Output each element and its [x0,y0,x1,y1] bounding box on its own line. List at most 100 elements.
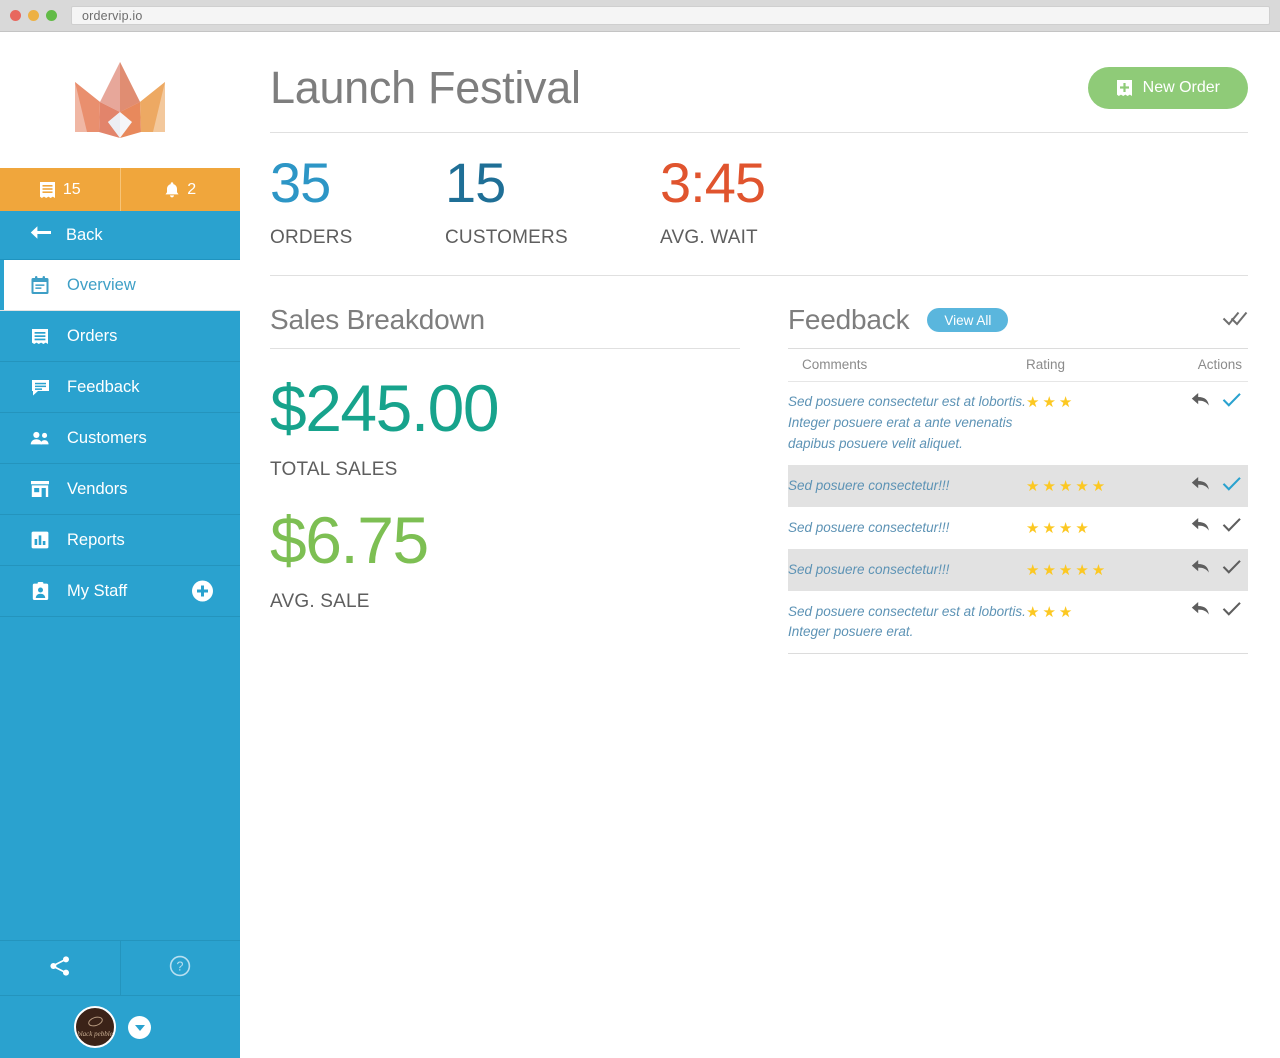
table-row[interactable]: Sed posuere consectetur!!! ★★★★ [788,507,1248,549]
feedback-comment: Sed posuere consectetur!!! [788,477,950,493]
stat-value: 3:45 [660,151,766,214]
id-badge-icon [30,581,50,601]
sidebar-item-orders[interactable]: Orders [0,311,240,362]
feedback-rating: ★★★ [1026,382,1156,466]
total-sales-value: $245.00 [270,371,500,445]
star-rating: ★★★ [1026,394,1076,411]
stat-label: ORDERS [270,227,353,248]
check-icon[interactable] [1222,601,1242,617]
sidebar-item-overview[interactable]: Overview [0,260,240,311]
add-staff-button[interactable] [192,580,213,602]
bell-icon [164,181,180,199]
column-header-rating: Rating [1026,348,1156,382]
table-row[interactable]: Sed posuere consectetur est at lobortis.… [788,591,1248,655]
sidebar-item-label: Reports [67,530,125,549]
star-rating: ★★★★ [1026,519,1092,537]
new-order-button[interactable]: New Order [1087,67,1248,109]
calendar-icon [30,275,50,295]
sidebar-item-label: Feedback [67,377,140,396]
mark-all-read-button[interactable] [1222,309,1248,332]
main-content: Launch Festival New Order 35 ORDERS 15 C… [240,32,1280,1058]
orders-counter-value: 15 [62,180,81,198]
sidebar: 15 2 Back Overview Orders Feedback Custo… [0,32,240,1058]
counters-bar: 15 2 [0,168,240,211]
check-icon[interactable] [1222,517,1242,533]
feedback-panel: Feedback View All Comments Rating Action… [788,304,1248,655]
star-rating: ★★★★★ [1026,561,1109,579]
arrow-left-icon [30,225,52,245]
notifications-counter[interactable]: 2 [119,168,241,211]
panels-row: Sales Breakdown $245.00 TOTAL SALES $6.7… [270,276,1248,655]
column-header-comments: Comments [788,348,1026,382]
close-window-button[interactable] [10,10,21,21]
feedback-rating: ★★★★★ [1026,465,1156,507]
receipt-icon [30,327,50,346]
add-order-icon [1116,79,1133,97]
sales-breakdown-panel: Sales Breakdown $245.00 TOTAL SALES $6.7… [270,304,740,654]
share-icon [49,955,71,981]
stat-label: AVG. WAIT [660,227,758,248]
share-button[interactable] [0,941,120,995]
sidebar-nav: Overview Orders Feedback Customers Vendo… [0,260,240,617]
table-row[interactable]: Sed posuere consectetur est at lobortis.… [788,382,1248,466]
sidebar-item-customers[interactable]: Customers [0,413,240,464]
stat-value: 15 [445,151,506,214]
feedback-table-head: Comments Rating Actions [788,348,1248,382]
reply-arrow-icon[interactable] [1191,476,1211,492]
feedback-comment: Sed posuere consectetur est at lobortis.… [788,394,1026,451]
stat-value: 35 [270,151,331,214]
minimize-window-button[interactable] [28,10,39,21]
reply-arrow-icon[interactable] [1191,517,1211,533]
reply-arrow-icon[interactable] [1191,559,1211,575]
sidebar-item-feedback[interactable]: Feedback [0,362,240,413]
feedback-rating: ★★★ [1026,591,1156,655]
sidebar-item-label: Orders [67,326,118,345]
feedback-rating: ★★★★ [1026,507,1156,549]
table-row[interactable]: Sed posuere consectetur!!! ★★★★★ [788,549,1248,592]
check-icon[interactable] [1222,476,1242,492]
reply-arrow-icon[interactable] [1191,601,1211,617]
app-shell: 15 2 Back Overview Orders Feedback Custo… [0,32,1280,1058]
svg-text:?: ? [177,959,184,973]
feedback-actions [1156,507,1248,549]
table-row[interactable]: Sed posuere consectetur!!! ★★★★★ [788,465,1248,508]
double-check-icon [1222,309,1248,332]
star-rating: ★★★★★ [1026,477,1109,495]
table-header-row: Comments Rating Actions [788,348,1248,382]
feedback-actions [1156,549,1248,591]
sidebar-user-area: black pebble [0,996,240,1058]
avatar-label: black pebble [77,1030,113,1038]
maximize-window-button[interactable] [46,10,57,21]
browser-chrome: ordervip.io [0,0,1280,32]
bar-chart-icon [30,531,50,549]
feedback-comment: Sed posuere consectetur!!! [788,519,950,535]
star-rating: ★★★ [1026,603,1076,621]
new-order-label: New Order [1142,79,1220,96]
logo-area[interactable] [0,32,240,168]
sidebar-item-reports[interactable]: Reports [0,515,240,566]
check-icon[interactable] [1222,559,1242,575]
sidebar-item-my-staff[interactable]: My Staff [0,566,240,617]
notifications-counter-value: 2 [187,180,197,198]
check-icon[interactable] [1222,392,1242,408]
sidebar-item-vendors[interactable]: Vendors [0,464,240,515]
back-button[interactable]: Back [0,211,240,260]
avg-sale-value: $6.75 [270,503,429,577]
url-bar[interactable]: ordervip.io [71,6,1270,25]
help-button[interactable]: ? [119,941,241,995]
avatar[interactable]: black pebble [74,1006,116,1048]
reply-arrow-icon[interactable] [1191,392,1211,408]
user-menu-button[interactable] [128,1015,151,1039]
avatar-swirl-icon [86,1014,104,1029]
store-icon [30,480,50,498]
sidebar-tools: ? [0,940,240,996]
view-all-button[interactable]: View All [927,308,1009,332]
sidebar-item-label: My Staff [67,581,128,600]
stats-row: 35 ORDERS 15 CUSTOMERS 3:45 AVG. WAIT [270,133,1248,275]
help-icon: ? [169,955,191,982]
crown-logo [75,62,165,138]
orders-counter[interactable]: 15 [0,168,120,211]
receipt-icon [39,181,56,199]
sales-panel-header: Sales Breakdown [270,304,740,348]
